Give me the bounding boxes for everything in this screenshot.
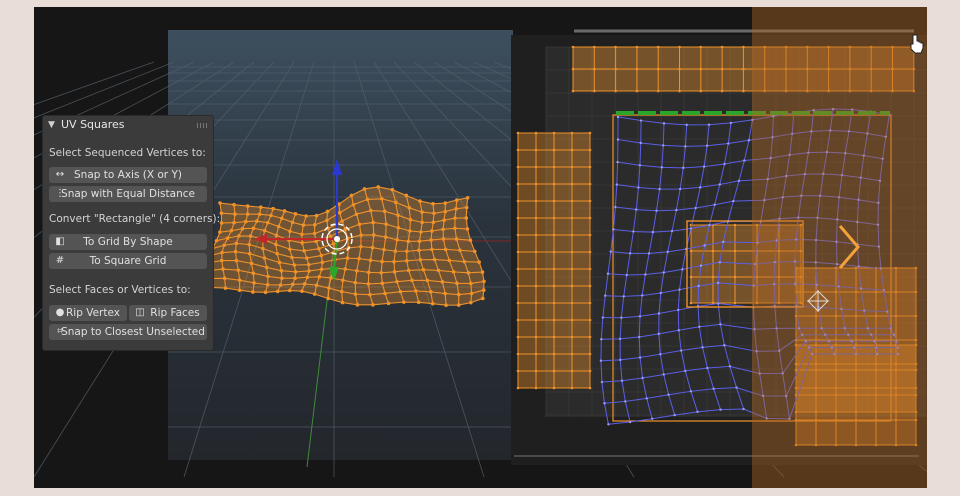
vertical-dots-icon: ⋮ — [55, 188, 65, 199]
hand-pointer-icon — [910, 34, 924, 54]
chevron-right-icon[interactable] — [834, 222, 864, 272]
section-sequenced-label: Select Sequenced Vertices to: — [49, 147, 206, 159]
snap-to-closest-unselected-button[interactable]: ⌗ Snap to Closest Unselected — [49, 324, 207, 340]
grid-shape-icon: ◧ — [55, 236, 65, 247]
snap-to-axis-button[interactable]: ↔ Snap to Axis (X or Y) — [49, 167, 207, 183]
uv-squares-panel: ▼ UV Squares Select Sequenced Vertices t… — [42, 115, 220, 351]
section-rectangle-label: Convert "Rectangle" (4 corners): — [49, 213, 221, 225]
chevron-down-icon[interactable]: ▼ — [48, 116, 55, 134]
dot-icon: ● — [55, 307, 65, 318]
horizontal-arrows-icon: ↔ — [55, 169, 65, 180]
drag-grip-icon[interactable] — [197, 123, 209, 128]
video-frame: ▼ UV Squares Select Sequenced Vertices t… — [34, 7, 927, 488]
panel-title: UV Squares — [61, 118, 125, 131]
snap-icon: ⌗ — [57, 326, 63, 337]
rip-faces-button[interactable]: ◫ Rip Faces — [129, 305, 207, 321]
rip-faces-icon: ◫ — [135, 307, 145, 318]
hash-icon: # — [55, 255, 65, 266]
section-faces-label: Select Faces or Vertices to: — [49, 284, 191, 296]
rip-vertex-button[interactable]: ● Rip Vertex — [49, 305, 127, 321]
to-grid-by-shape-button[interactable]: ◧ To Grid By Shape — [49, 234, 207, 250]
snap-equal-distance-button[interactable]: ⋮ Snap with Equal Distance — [49, 186, 207, 202]
to-square-grid-button[interactable]: # To Square Grid — [49, 253, 207, 269]
panel-header[interactable]: ▼ UV Squares — [43, 116, 213, 134]
